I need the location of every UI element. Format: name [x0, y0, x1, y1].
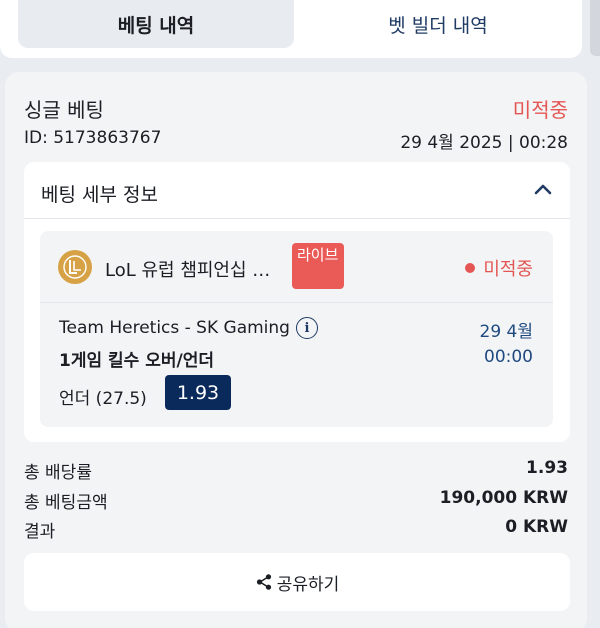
total-odds-label: 총 배당률 [24, 463, 92, 483]
history-tab-bar: 베팅 내역 벳 빌더 내역 [0, 0, 582, 58]
result-value: 0 KRW [505, 517, 568, 537]
total-stake-value: 190,000 KRW [439, 488, 568, 508]
chevron-up-icon[interactable] [533, 182, 553, 196]
market-name: 1게임 킬수 오버/언더 [59, 351, 214, 371]
info-icon[interactable]: i [295, 317, 318, 339]
bet-details-header[interactable]: 베팅 세부 정보 [24, 162, 570, 219]
match-name: Team Heretics - SK Gaming i [59, 317, 318, 339]
bet-details-title: 베팅 세부 정보 [41, 184, 158, 206]
match-date: 29 4월 [479, 322, 534, 342]
bet-datetime: 29 4월 2025 | 00:28 [400, 133, 568, 153]
league-icon [58, 250, 92, 284]
odds-value: 1.93 [165, 375, 231, 410]
pick-label: 언더 (27.5) [59, 389, 147, 409]
live-badge: 라이브 [292, 243, 344, 289]
match-name-label: Team Heretics - SK Gaming [59, 318, 290, 338]
divider [40, 302, 553, 303]
bet-status-badge: 미적중 [512, 98, 568, 122]
share-icon [256, 574, 271, 590]
league-name: LoL 유럽 챔피언십 … [105, 260, 271, 281]
bet-id: ID: 5173863767 [24, 128, 162, 148]
bet-type-title: 싱글 베팅 [24, 98, 104, 122]
selection-status-label: 미적중 [483, 259, 533, 280]
total-stake-label: 총 베팅금액 [24, 493, 108, 513]
total-odds-value: 1.93 [526, 458, 568, 478]
tab-bet-history[interactable]: 베팅 내역 [18, 0, 294, 48]
result-label: 결과 [24, 522, 56, 542]
match-time: 00:00 [484, 347, 533, 367]
status-dot-icon [465, 263, 476, 273]
share-button[interactable]: 공유하기 [24, 553, 570, 611]
tab-bet-builder-history[interactable]: 벳 빌더 내역 [294, 0, 582, 48]
selection-status: 미적중 [465, 255, 533, 281]
scrollbar[interactable] [590, 0, 600, 56]
share-label: 공유하기 [276, 574, 340, 595]
